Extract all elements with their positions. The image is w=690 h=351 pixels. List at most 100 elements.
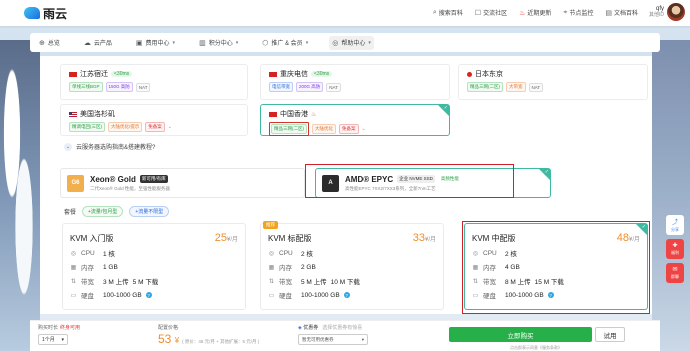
region-tag: 精品三网(二区)	[467, 82, 503, 92]
check-icon: ✓	[641, 224, 646, 230]
region-card-losangeles[interactable]: 美国洛杉矶 精调电回(三区) 大陆优化/提示 免备案 ⌄	[60, 104, 248, 136]
nav-help[interactable]: ◎ 帮助中心 ▾	[329, 35, 374, 50]
top-link-updates[interactable]: ♨ 近期更新	[519, 8, 551, 18]
flag-jp-icon	[467, 71, 472, 77]
trial-button[interactable]: 试用	[595, 327, 625, 342]
chevron-down-icon: ▾	[172, 39, 176, 46]
help-icon[interactable]: ?	[343, 292, 350, 298]
region-card-chongqing[interactable]: 重庆电信 <30ms 电信带宽 200G 高防 NAT	[260, 64, 450, 100]
plan-card-standard[interactable]: 推荐 KVM 标配版 33¥/月 ◎ CPU 2 核 ▦ 内存 2 GB ⇅ 带宽 5 M 上…	[260, 221, 444, 310]
region-tag: 电信带宽	[269, 82, 293, 92]
top-link-docs[interactable]: ▤ 文档百科	[605, 8, 638, 18]
region-card-tokyo[interactable]: 日本东京 精品三网(二区) 大带宽 NAT	[458, 64, 648, 100]
recommend-badge: 推荐	[263, 221, 278, 229]
tab-traffic-unlimited[interactable]: +流量不限型	[129, 206, 170, 217]
background-tree-right	[652, 40, 690, 351]
duration-select[interactable]: 1个月 ▾	[38, 334, 68, 345]
chevron-down-icon: ▾	[61, 336, 64, 343]
cpu-icon: ◎	[268, 250, 275, 257]
disk-icon: ▭	[268, 292, 275, 299]
plan-tabs: 套餐 +流量/包月型 +流量不限型	[64, 206, 170, 217]
buy-now-button[interactable]: 立即购买	[449, 327, 592, 342]
nav-billing[interactable]: ▣ 费用中心 ▾	[133, 36, 178, 50]
cpu-icon: ◎	[70, 250, 77, 257]
ping-badge: <30ms	[311, 71, 333, 77]
chevron-down-icon[interactable]: ⌄	[168, 124, 172, 130]
nav-points[interactable]: ▥ 积分中心 ▾	[196, 36, 241, 50]
ping-badge: <30ms	[111, 71, 133, 77]
top-link-community[interactable]: ☐ 交流社区	[475, 8, 507, 18]
region-tag: 大带宽	[506, 82, 526, 92]
help-icon[interactable]: ?	[145, 292, 152, 298]
highlighted-line-tag: 精品三网(二区)	[269, 122, 309, 136]
help-icon: ◎	[332, 39, 339, 47]
group-chat-button[interactable]: ✉ 群聊	[666, 263, 684, 283]
cpu-tag: 新可用/有库	[139, 175, 168, 183]
region-tag: 大陆优化	[312, 124, 336, 134]
terms-note: 点击即表示同意《服务条款》	[510, 345, 562, 350]
chevron-down-icon: ▾	[368, 39, 371, 46]
wx-icon: ✉	[672, 267, 678, 273]
guide-link[interactable]: ⌄ 云服务器选购指南&搭建教程?	[64, 142, 155, 151]
top-link-search[interactable]: ⌕ 搜索百科	[433, 8, 463, 18]
plan-card-starter[interactable]: KVM 入门版 25¥/月 ◎ CPU 1 核 ▦ 内存 1 GB ⇅ 带宽 3 M 上传 5 …	[62, 223, 246, 310]
plan-card-medium[interactable]: ✓ KVM 中配版 48¥/月 ◎ CPU 2 核 ▦ 内存 4 GB ⇅ 带宽 8 M 上传…	[464, 223, 648, 310]
help-icon[interactable]: ?	[547, 292, 554, 298]
coupon-select[interactable]: 暂无可用优惠券 ▾	[298, 334, 368, 345]
cpu-icon: ◎	[472, 250, 479, 257]
nav-affiliate[interactable]: ⬡ 推广 & 会员 ▾	[259, 36, 311, 50]
region-tag: 单线三线BGP	[69, 82, 103, 92]
flag-cn-icon	[269, 71, 277, 77]
cloud-icon: ☁	[83, 39, 91, 47]
cpu-tag: 高频性能	[440, 176, 459, 181]
disk-icon: ▭	[472, 292, 479, 299]
nav-overview[interactable]: ⊕ 总览	[36, 36, 63, 50]
fire-icon: ♨	[311, 111, 317, 118]
background-tree-left	[0, 40, 40, 351]
top-link-monitor[interactable]: ⌖ 节点监控	[563, 8, 593, 18]
share-button[interactable]: ⤴ 分享	[666, 215, 684, 235]
chevron-down-icon[interactable]: ⌄	[362, 126, 366, 132]
brand-logo[interactable]: 雨云	[24, 5, 67, 22]
cpu-badge: G6	[67, 174, 84, 192]
cpu-tag: 企业 NVME SSD	[397, 175, 435, 183]
region-tag: NAT	[326, 82, 341, 92]
memory-icon: ▦	[472, 264, 479, 271]
bandwidth-icon: ⇅	[70, 278, 77, 285]
region-card-jiangsu[interactable]: 江苏宿迁 <30ms 单线三线BGP 150G 高防 NAT	[60, 64, 248, 100]
region-tag: 200G 高防	[296, 82, 324, 92]
fire-icon: ♨	[519, 9, 526, 17]
cpu-badge: A	[322, 174, 339, 192]
logo-icon	[24, 7, 40, 19]
user-sub: 其他ID	[648, 12, 664, 18]
flag-cn-icon	[69, 71, 77, 77]
region-card-hongkong[interactable]: ✓ 中国香港 ♨ 精品三网(二区) 大陆优化 免备案 ⌄	[260, 104, 450, 136]
flag-us-icon	[69, 111, 77, 117]
cpu-desc: 二代Xeon® Gold 性能，至强性能服务器	[90, 185, 170, 191]
disk-icon: ▭	[70, 292, 77, 299]
chevron-down-icon: ▾	[305, 39, 309, 46]
region-tag: 150G 高防	[105, 82, 133, 92]
welfare-button[interactable]: ✚ 福利	[666, 239, 684, 259]
checkout-bar: 购买时长 终身可用 1个月 ▾ 配置价格 53 ¥( 原价：48 元/月 + 其他扩…	[30, 320, 660, 351]
tab-traffic-monthly[interactable]: +流量/包月型	[82, 206, 124, 217]
home-icon: ⊕	[39, 39, 45, 47]
bandwidth-icon: ⇅	[472, 278, 479, 285]
pin-icon: ⌖	[563, 8, 568, 16]
cpu-card-epyc[interactable]: ✓ A AMD® EPYC 企业 NVME SSD 高频性能 高性能EPYC 7XX…	[315, 168, 551, 198]
region-tag: 免备案	[339, 124, 359, 134]
region-tag: 精调电回(三区)	[69, 122, 105, 132]
check-icon: ✓	[443, 105, 448, 111]
avatar	[667, 3, 685, 21]
total-price: 53 ¥( 原价：48 元/月 + 其他扩展：5 元/月 )	[158, 332, 260, 346]
region-tag: NAT	[135, 82, 151, 92]
nav-cloud-products[interactable]: ☁ 云产品	[81, 36, 115, 50]
user-menu[interactable]: qfy 其他ID	[649, 3, 685, 21]
main-nav: ⊕ 总览 ☁ 云产品 ▣ 费用中心 ▾ ▥ 积分中心 ▾ ⬡ 推广 & 会员 ▾ ◎ 帮助中心 ▾	[30, 33, 660, 52]
check-icon: ✓	[544, 169, 549, 175]
region-tag: 免备案	[145, 122, 165, 132]
top-links: ⌕ 搜索百科 ☐ 交流社区 ♨ 近期更新 ⌖ 节点监控 ▤ 文档百科	[433, 8, 638, 18]
coupon-icon: ◈	[298, 325, 302, 331]
gift-icon: ✚	[672, 243, 678, 249]
cpu-card-xeon[interactable]: G6 Xeon® Gold 新可用/有库 二代Xeon® Gold 性能，至强性能…	[60, 168, 305, 198]
